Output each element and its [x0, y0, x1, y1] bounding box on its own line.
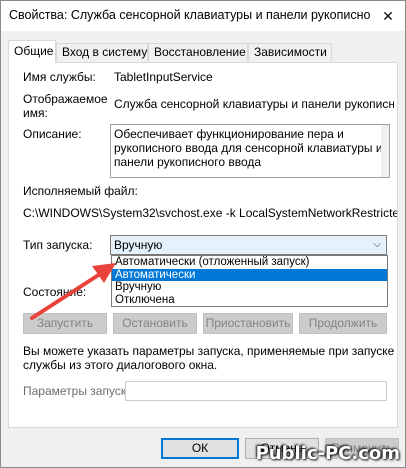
tab-recovery[interactable]: Восстановление [148, 43, 248, 61]
startup-option-manual[interactable]: Вручную [112, 281, 387, 294]
title-bar: Свойства: Служба сенсорной клавиатуры и … [1, 1, 405, 31]
hint-text-line-1: Вы можете указать параметры запуска, при… [23, 344, 395, 358]
description-scrollbar[interactable] [381, 125, 389, 177]
start-button[interactable]: Запустить [23, 313, 107, 334]
general-tab-panel: Имя службы: TabletInputService Отображае… [8, 62, 398, 428]
pause-button[interactable]: Приостановить [203, 313, 293, 334]
tab-dependencies[interactable]: Зависимости [248, 43, 332, 61]
description-box[interactable]: Обеспечивает функционирование пера и рук… [110, 124, 390, 178]
startup-type-select[interactable]: Вручную ⌵ [110, 235, 387, 255]
stop-button[interactable]: Остановить [113, 313, 197, 334]
service-name-label: Имя службы: [23, 70, 96, 84]
service-name-value: TabletInputService [114, 70, 213, 84]
display-name-label-2: имя: [23, 106, 48, 120]
startup-option-disabled[interactable]: Отключена [112, 294, 387, 307]
resume-button[interactable]: Продолжить [299, 313, 387, 334]
start-params-input[interactable] [125, 381, 387, 401]
executable-path: C:\WINDOWS\System32\svchost.exe -k Local… [23, 206, 397, 220]
executable-label: Исполняемый файл: [23, 184, 138, 198]
ok-button[interactable]: ОК [161, 438, 239, 459]
description-label: Описание: [23, 127, 82, 141]
tab-logon[interactable]: Вход в систему [56, 43, 148, 61]
tab-general[interactable]: Общие [8, 40, 56, 63]
display-name-label: Отображаемое [23, 92, 108, 106]
description-line: рукописного ввода для сенсорной клавиату… [114, 141, 383, 155]
description-line: Обеспечивает функционирование пера и [114, 127, 344, 141]
close-icon[interactable]: ✕ [371, 1, 405, 31]
display-name-value[interactable]: Служба сенсорной клавиатуры и панели рук… [114, 97, 394, 111]
startup-option-auto-delayed[interactable]: Автоматически (отложенный запуск) [112, 256, 387, 269]
window-title: Свойства: Служба сенсорной клавиатуры и … [9, 8, 371, 22]
startup-type-selected: Вручную [114, 238, 163, 252]
description-line: панели рукописного ввода [114, 155, 262, 169]
state-label: Состояние: [23, 285, 87, 299]
startup-type-dropdown: Автоматически (отложенный запуск) Автома… [111, 255, 388, 307]
startup-option-auto[interactable]: Автоматически [112, 268, 387, 281]
service-properties-dialog: Свойства: Служба сенсорной клавиатуры и … [0, 0, 406, 468]
start-params-label: Параметры запуска: [23, 384, 137, 398]
startup-type-label: Тип запуска: [23, 238, 93, 252]
chevron-down-icon: ⌵ [373, 239, 381, 250]
hint-text-line-2: службы из этого диалогового окна. [23, 358, 218, 372]
watermark-text: Public-PC.com [255, 443, 400, 464]
